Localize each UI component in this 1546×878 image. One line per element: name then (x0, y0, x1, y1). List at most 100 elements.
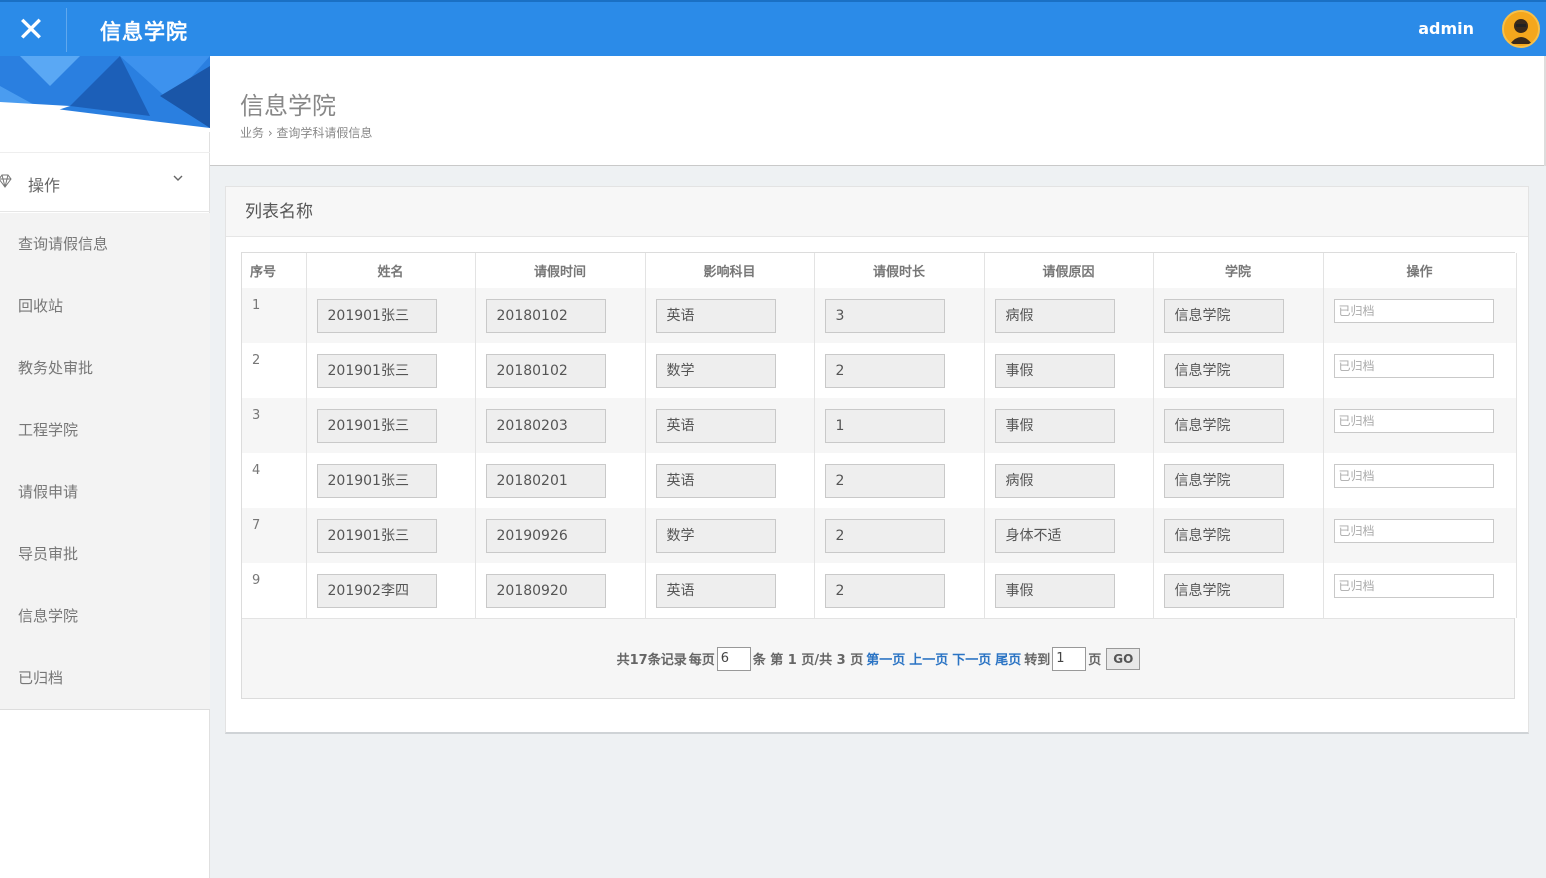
next-page-link[interactable]: 下一页 (952, 649, 991, 668)
duration-field[interactable]: 3 (824, 298, 945, 333)
subject-field[interactable]: 英语 (655, 408, 776, 443)
table-row: 9 201902李四 20180920 英语 2 事假 信息学院 已归档 (242, 563, 1517, 618)
per-page-input[interactable]: 6 (716, 646, 751, 671)
column-header-action: 操作 (1323, 253, 1517, 288)
status-input[interactable]: 已归档 (1333, 463, 1494, 488)
status-input[interactable]: 已归档 (1333, 518, 1494, 543)
prev-page-link[interactable]: 上一页 (909, 649, 948, 668)
table-row: 2 201901张三 20180102 数学 2 事假 信息学院 已归档 (242, 343, 1517, 398)
page-header: 信息学院 业务 › 查询学科请假信息 (210, 56, 1546, 166)
date-field[interactable]: 20180203 (485, 408, 606, 443)
table-row: 1 201901张三 20180102 英语 3 病假 信息学院 已归档 (242, 288, 1517, 343)
college-field[interactable]: 信息学院 (1163, 408, 1284, 443)
go-button[interactable]: GO (1106, 647, 1141, 670)
sidebar-item-recycle-bin[interactable]: 回收站 (0, 275, 210, 337)
row-index: 7 (242, 508, 307, 563)
table-row: 4 201901张三 20180201 英语 2 病假 信息学院 已归档 (242, 453, 1517, 508)
goto-label: 转到 (1024, 653, 1051, 668)
date-field[interactable]: 20190926 (485, 518, 606, 553)
pagination: 共17条记录 每页 6 条 第 1 页/共 3 页 第一页 上一页 下一页 尾页… (242, 618, 1514, 698)
date-field[interactable]: 20180201 (485, 463, 606, 498)
subject-field[interactable]: 英语 (655, 298, 776, 333)
per-page-label: 每页 (688, 653, 715, 668)
sidebar-item-archived[interactable]: 已归档 (0, 647, 210, 709)
sidebar-item-info-college[interactable]: 信息学院 (0, 585, 210, 647)
name-field[interactable]: 201901张三 (316, 463, 437, 498)
total-records: 共17条记录 (616, 653, 687, 668)
name-field[interactable]: 201901张三 (316, 518, 437, 553)
reason-field[interactable]: 病假 (994, 298, 1115, 333)
sidebar-item-engineering-college[interactable]: 工程学院 (0, 399, 210, 461)
page-info: 条 第 1 页/共 3 页 (752, 653, 864, 668)
first-page-link[interactable]: 第一页 (866, 649, 905, 668)
sidebar-banner-graphic (0, 56, 210, 132)
menu-list: 查询请假信息 回收站 教务处审批 工程学院 请假申请 导员审批 信息学院 已归档 (0, 213, 210, 710)
sidebar: 操作 查询请假信息 回收站 教务处审批 工程学院 请假申请 导员审批 信息学院 … (0, 56, 210, 878)
duration-field[interactable]: 2 (824, 573, 945, 608)
page-title: 信息学院 (240, 92, 336, 120)
college-field[interactable]: 信息学院 (1163, 353, 1284, 388)
diamond-icon (0, 174, 12, 188)
reason-field[interactable]: 事假 (994, 353, 1115, 388)
row-index: 1 (242, 288, 307, 343)
name-field[interactable]: 201901张三 (316, 353, 437, 388)
status-input[interactable]: 已归档 (1333, 298, 1494, 323)
table-row: 3 201901张三 20180203 英语 1 事假 信息学院 已归档 (242, 398, 1517, 453)
row-index: 2 (242, 343, 307, 398)
column-header-name: 姓名 (306, 253, 476, 288)
top-bar: ✕ 信息学院 admin (0, 0, 1546, 56)
sidebar-item-academic-approval[interactable]: 教务处审批 (0, 337, 210, 399)
reason-field[interactable]: 身体不适 (994, 518, 1115, 553)
sidebar-item-query-leave[interactable]: 查询请假信息 (0, 213, 210, 275)
column-header-subject: 影响科目 (645, 253, 815, 288)
menu-group-label: 操作 (28, 176, 61, 195)
column-header-college: 学院 (1153, 253, 1324, 288)
avatar[interactable] (1502, 10, 1540, 48)
name-field[interactable]: 201901张三 (316, 408, 437, 443)
date-field[interactable]: 20180920 (485, 573, 606, 608)
topbar-divider (66, 8, 67, 52)
status-input[interactable]: 已归档 (1333, 408, 1494, 433)
table-header-row: 序号 姓名 请假时间 影响科目 请假时长 请假原因 学院 操作 (242, 253, 1517, 288)
menu-group-toggle[interactable]: 操作 (0, 152, 210, 212)
reason-field[interactable]: 事假 (994, 408, 1115, 443)
table-row: 7 201901张三 20190926 数学 2 身体不适 信息学院 已归档 (242, 508, 1517, 563)
list-panel: 列表名称 序号 姓名 请假时间 影响科目 请假时长 请假原因 学院 操作 1 2… (225, 186, 1529, 734)
leave-table: 序号 姓名 请假时间 影响科目 请假时长 请假原因 学院 操作 1 201901… (242, 253, 1517, 618)
duration-field[interactable]: 2 (824, 518, 945, 553)
close-icon[interactable]: ✕ (0, 2, 62, 58)
column-header-reason: 请假原因 (984, 253, 1154, 288)
college-field[interactable]: 信息学院 (1163, 463, 1284, 498)
name-field[interactable]: 201901张三 (316, 298, 437, 333)
subject-field[interactable]: 英语 (655, 573, 776, 608)
column-header-date: 请假时间 (475, 253, 646, 288)
user-name[interactable]: admin (1418, 19, 1474, 38)
name-field[interactable]: 201902李四 (316, 573, 437, 608)
duration-field[interactable]: 2 (824, 353, 945, 388)
reason-field[interactable]: 事假 (994, 573, 1115, 608)
last-page-link[interactable]: 尾页 (995, 649, 1021, 668)
duration-field[interactable]: 2 (824, 463, 945, 498)
breadcrumb: 业务 › 查询学科请假信息 (240, 126, 373, 140)
date-field[interactable]: 20180102 (485, 353, 606, 388)
subject-field[interactable]: 英语 (655, 463, 776, 498)
status-input[interactable]: 已归档 (1333, 573, 1494, 598)
row-index: 4 (242, 453, 307, 508)
college-field[interactable]: 信息学院 (1163, 298, 1284, 333)
subject-field[interactable]: 数学 (655, 518, 776, 553)
goto-page-input[interactable]: 1 (1052, 646, 1087, 671)
subject-field[interactable]: 数学 (655, 353, 776, 388)
panel-title: 列表名称 (226, 187, 1528, 237)
table-container: 序号 姓名 请假时间 影响科目 请假时长 请假原因 学院 操作 1 201901… (241, 252, 1517, 699)
sidebar-item-counselor-approval[interactable]: 导员审批 (0, 523, 210, 585)
row-index: 9 (242, 563, 307, 618)
chevron-down-icon (173, 175, 183, 181)
sidebar-item-leave-request[interactable]: 请假申请 (0, 461, 210, 523)
reason-field[interactable]: 病假 (994, 463, 1115, 498)
college-field[interactable]: 信息学院 (1163, 573, 1284, 608)
status-input[interactable]: 已归档 (1333, 353, 1494, 378)
duration-field[interactable]: 1 (824, 408, 945, 443)
page-suffix: 页 (1088, 653, 1102, 668)
date-field[interactable]: 20180102 (485, 298, 606, 333)
college-field[interactable]: 信息学院 (1163, 518, 1284, 553)
